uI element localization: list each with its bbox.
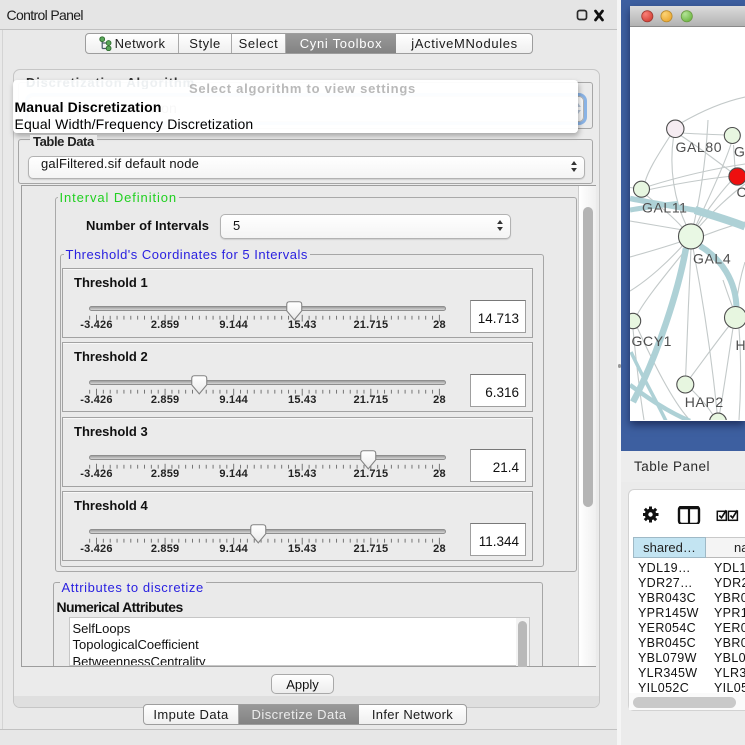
svg-text:C: C: [737, 184, 745, 200]
svg-text:GAL80: GAL80: [676, 139, 723, 155]
svg-text:GAL11: GAL11: [642, 200, 688, 216]
svg-text:GA: GA: [734, 144, 745, 160]
svg-text:H: H: [736, 337, 745, 353]
svg-text:GCY1: GCY1: [632, 333, 673, 349]
svg-text:HAP2: HAP2: [685, 394, 724, 410]
svg-text:GAL4: GAL4: [693, 251, 731, 267]
